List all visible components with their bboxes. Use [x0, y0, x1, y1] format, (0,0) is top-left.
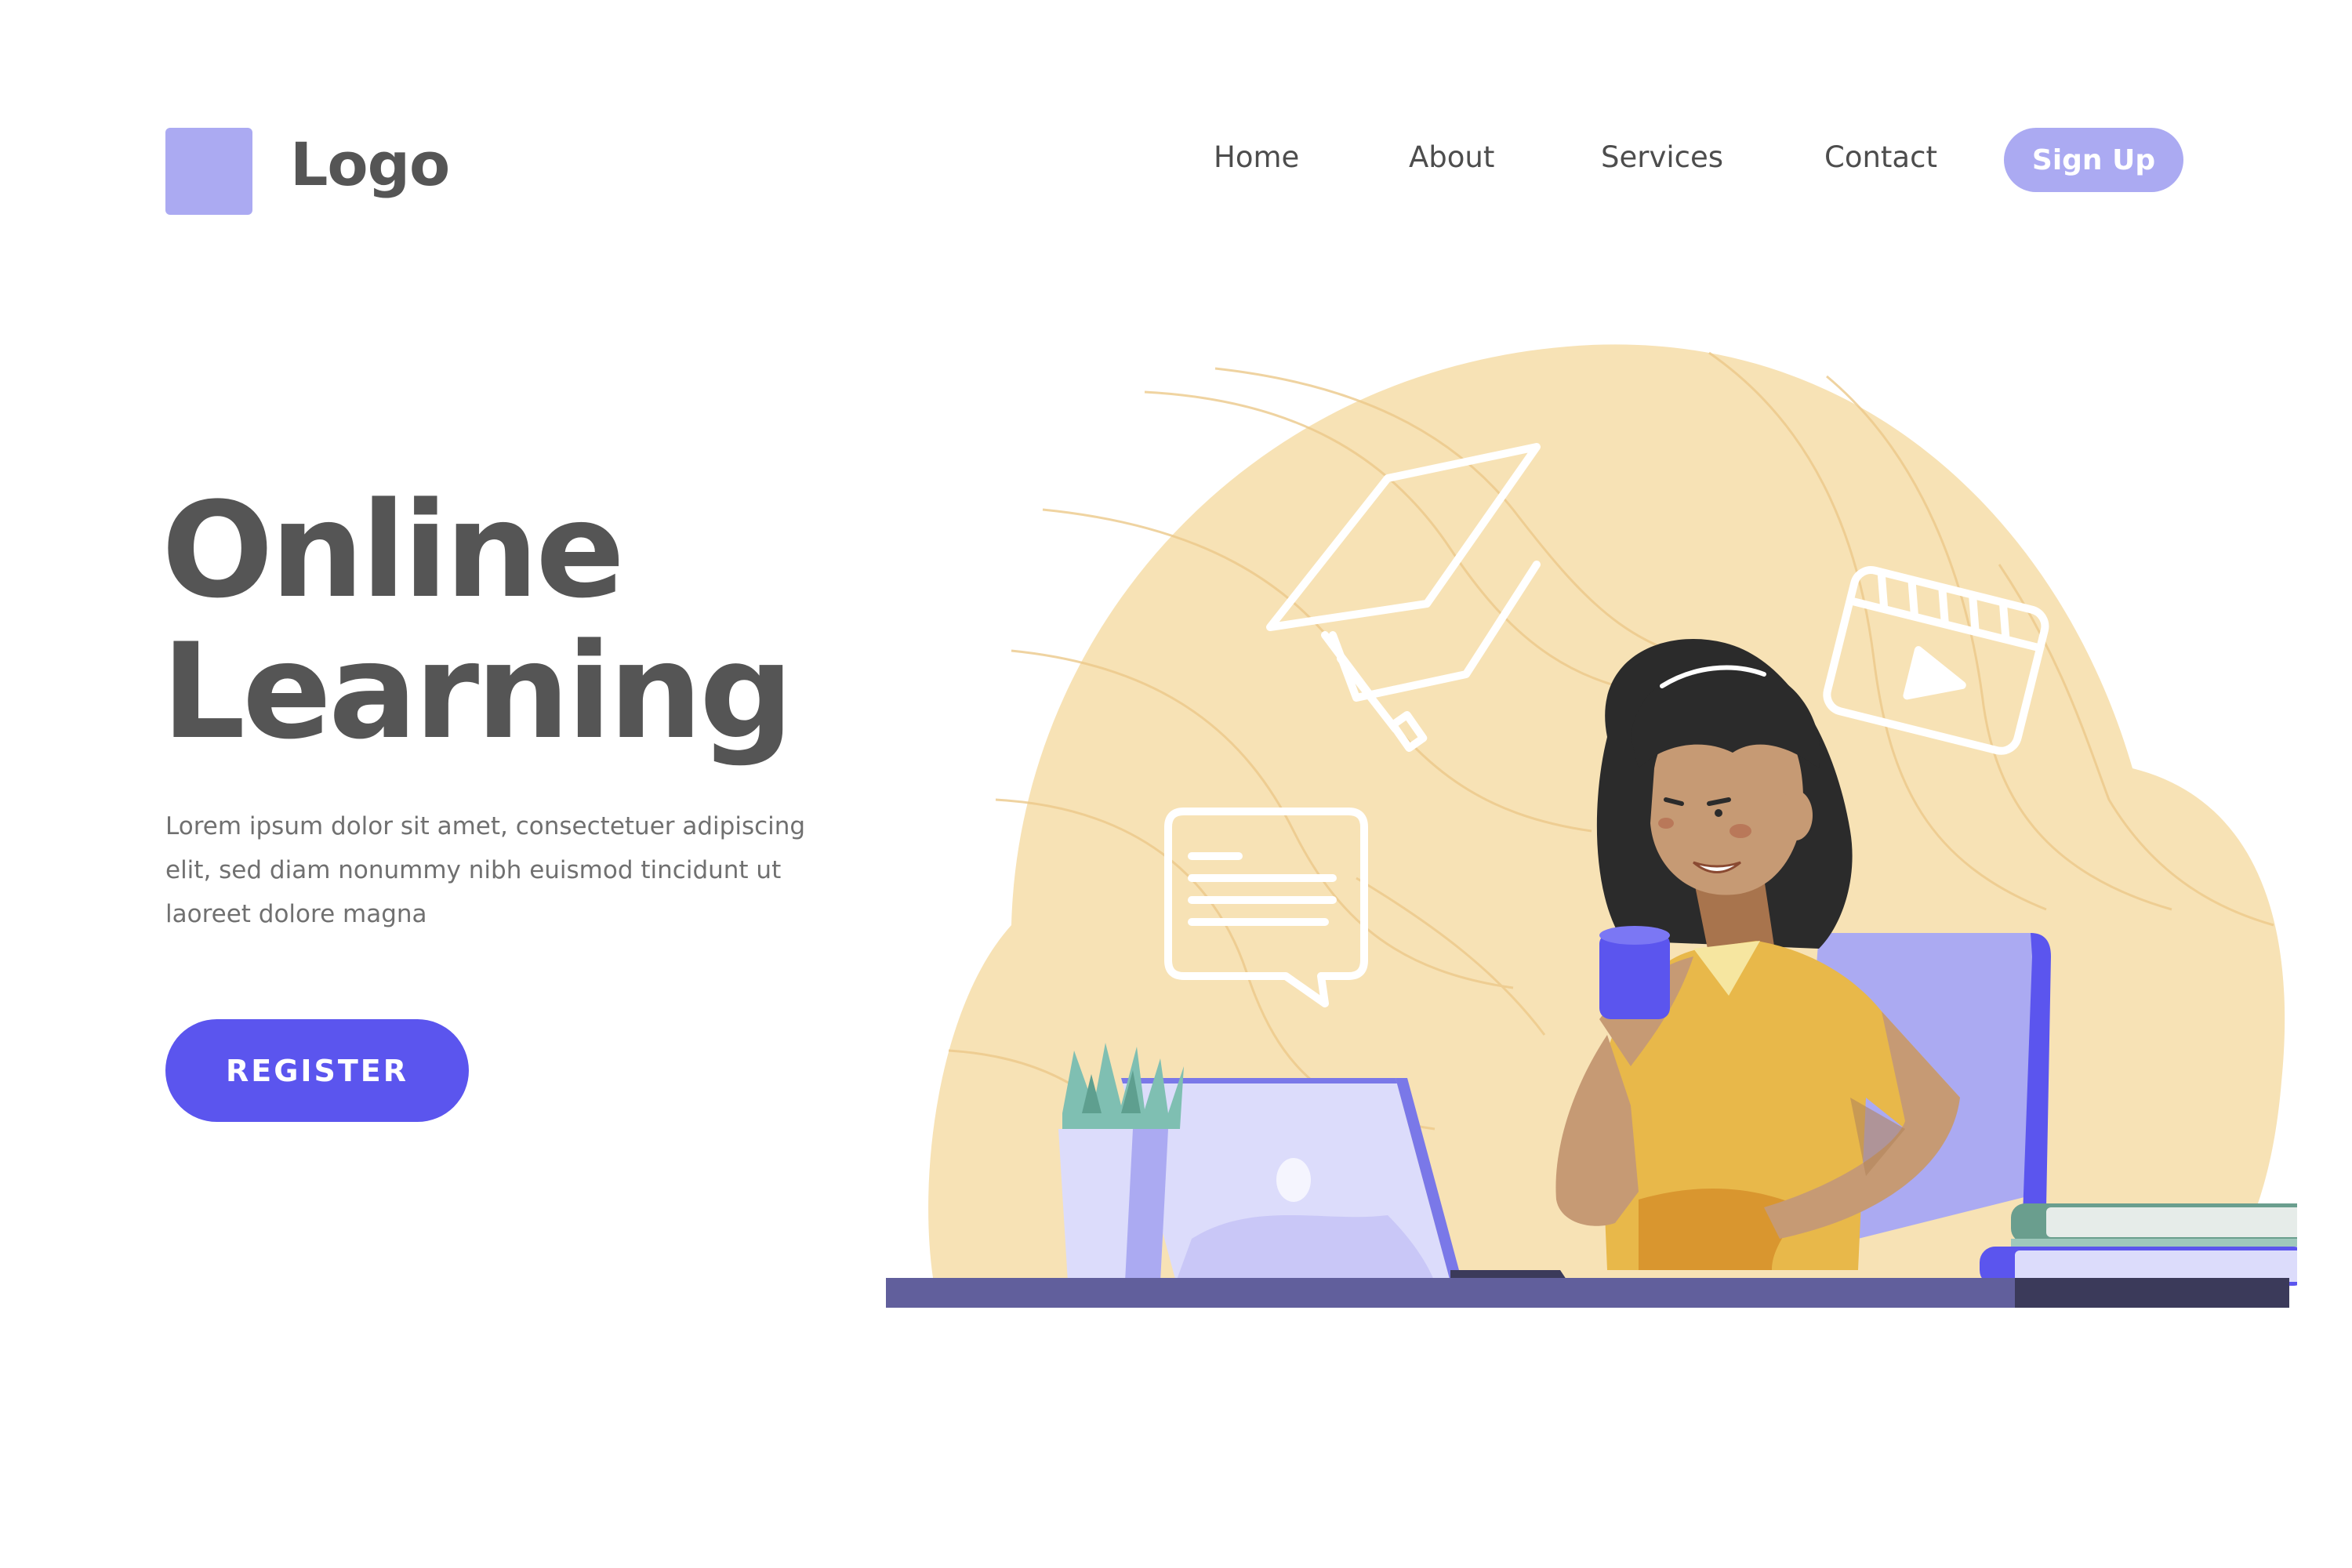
hero-description: Lorem ipsum dolor sit amet, consectetuer… [165, 812, 806, 928]
header: Logo Home About Services Contact Sign Up [0, 0, 2352, 235]
desk [886, 1278, 2289, 1308]
sign-up-button[interactable]: Sign Up [2004, 128, 2183, 192]
hero-title: Online Learning [162, 474, 793, 768]
hero-illustration [886, 344, 2297, 1308]
books-stack [1980, 1203, 2297, 1286]
register-button[interactable]: REGISTER [165, 1019, 469, 1122]
nav-about[interactable]: About [1409, 140, 1494, 176]
nav-contact[interactable]: Contact [1824, 140, 1937, 176]
main-nav: Home About Services Contact [0, 140, 2352, 187]
coffee-cup [1599, 926, 1670, 1019]
hero-title-line-1: Online [162, 474, 625, 627]
nav-services[interactable]: Services [1601, 140, 1723, 176]
hero-title-line-2: Learning [162, 615, 793, 768]
nav-home[interactable]: Home [1214, 140, 1299, 176]
